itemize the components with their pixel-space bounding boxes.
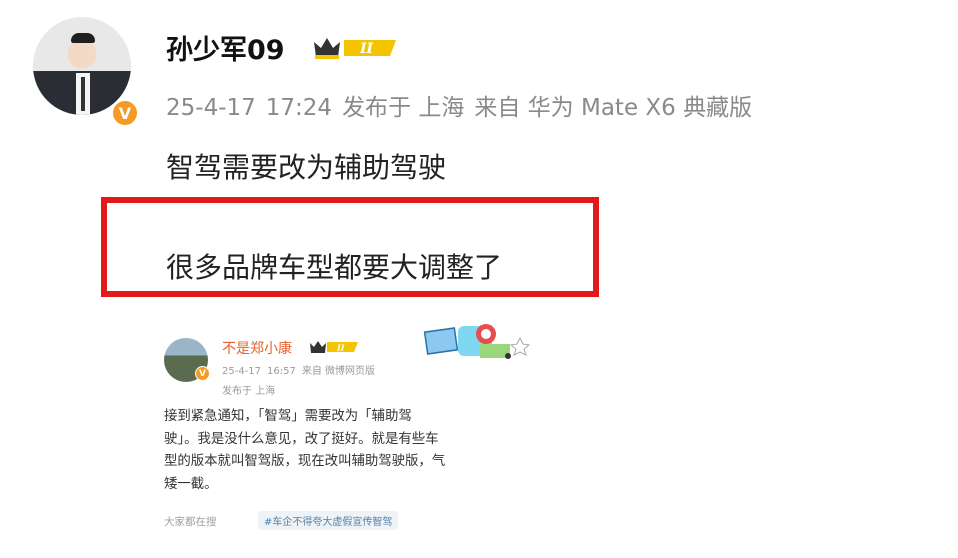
embedded-time: 16:57 — [267, 366, 296, 377]
embedded-body-line: 驶」。我是没什么意见，改了挺好。就是有些车 — [164, 431, 439, 447]
embedded-body-line: 矮一截。 — [164, 476, 218, 492]
embedded-source: 来自 微博网页版 — [301, 366, 376, 377]
avatar-tie — [81, 77, 85, 111]
post-device[interactable]: 来自 华为 Mate X6 典藏版 — [474, 95, 752, 121]
sticker-decoration-icon — [423, 324, 531, 359]
embedded-username: 不是郑小康 — [222, 341, 292, 357]
embedded-date: 25-4-17 — [222, 366, 262, 377]
embedded-body: 接到紧急通知，「智驾」需要改为「辅助驾 驶」。我是没什么意见，改了挺好。就是有些… — [164, 406, 524, 496]
embedded-location: 发布于 上海 — [222, 386, 276, 397]
embedded-body-line: 型的版本就叫智驾版，现在改叫辅助驾驶版，气 — [164, 454, 446, 469]
embedded-crown-icon: II — [310, 341, 358, 353]
embedded-crown-text: II — [336, 343, 345, 353]
post-username[interactable]: 孙少军09 — [166, 28, 285, 67]
embedded-hashtag: #车企不得夸大虚假宣传智驾 — [258, 511, 399, 530]
post-text-line2: 很多品牌车型都要大调整了 — [166, 251, 503, 284]
post-date: 25-4-17 — [166, 95, 256, 121]
verified-v-icon: V — [111, 99, 139, 127]
embedded-screenshot[interactable]: V 不是郑小康 II 25-4-17 16:57 来自 微博网页版 发布于 上海 接… — [150, 318, 540, 558]
post-meta: 25-4-17 17:24 发布于 上海 来自 华为 Mate X6 典藏版 — [166, 88, 762, 122]
post-text-line1: 智驾需要改为辅助驾驶 — [166, 151, 447, 184]
crown-level-text: II — [359, 41, 374, 57]
post-time: 17:24 — [265, 95, 333, 121]
avatar-hair — [71, 33, 95, 43]
embedded-verified-icon: V — [195, 366, 210, 381]
post-location: 发布于 上海 — [342, 95, 465, 121]
embedded-body-line: 接到紧急通知，「智驾」需要改为「辅助驾 — [164, 409, 412, 424]
crown-level-icon[interactable]: II — [314, 34, 396, 62]
embedded-meta: 25-4-17 16:57 来自 微博网页版 — [222, 362, 381, 377]
embedded-footer-label: 大家都在搜 — [164, 516, 217, 528]
post-avatar[interactable] — [33, 17, 131, 115]
